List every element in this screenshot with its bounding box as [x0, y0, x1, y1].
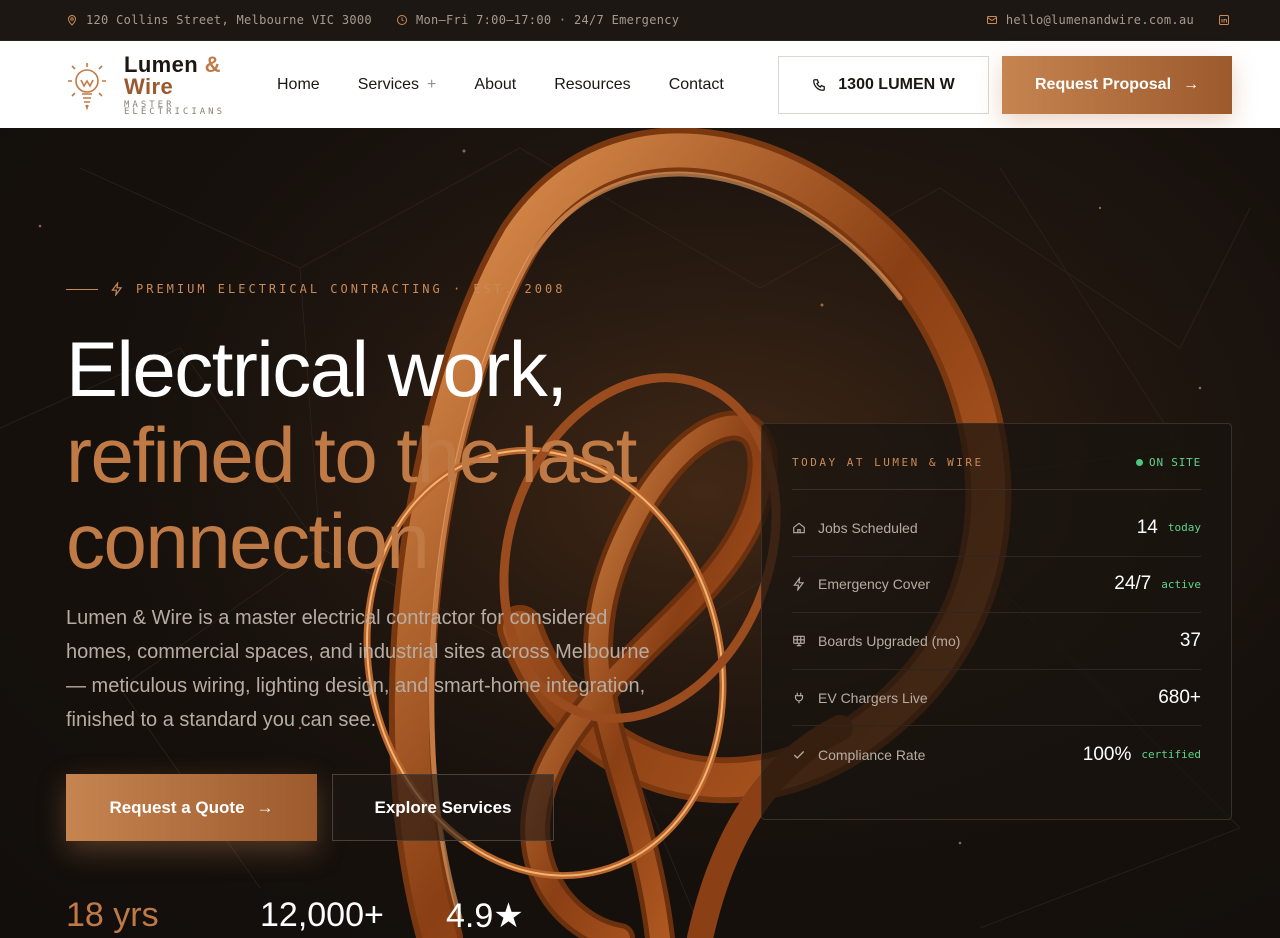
- headline-line-2: refined to the last: [66, 411, 637, 499]
- hero-stats: 18 yrs 12,000+ 4.9★: [66, 896, 524, 936]
- status-card: TODAY AT LUMEN & WIRE ON SITE Jobs Sched…: [761, 423, 1232, 820]
- explore-services-button[interactable]: Explore Services: [332, 774, 554, 841]
- hours-item: Mon–Fri 7:00–17:00 · 24/7 Emergency: [396, 13, 679, 27]
- hero-headline: Electrical work, refined to the last con…: [66, 325, 637, 585]
- explore-services-label: Explore Services: [374, 797, 512, 817]
- bolt-icon: [111, 282, 123, 296]
- request-quote-button[interactable]: Request a Quote →: [66, 774, 317, 841]
- request-proposal-label: Request Proposal: [1034, 75, 1172, 93]
- status-dot-icon: [1136, 459, 1144, 466]
- lightbulb-logo-icon: [68, 62, 106, 111]
- phone-button[interactable]: 1300 LUMEN W: [778, 55, 989, 114]
- eyebrow-text: PREMIUM ELECTRICAL CONTRACTING · EST. 20…: [136, 282, 566, 296]
- brand-name-wire: Wire: [124, 73, 174, 99]
- hours-text: Mon–Fri 7:00–17:00 · 24/7 Emergency: [415, 13, 680, 27]
- stat-value: 37: [1179, 629, 1201, 651]
- hero-section: PREMIUM ELECTRICAL CONTRACTING · EST. 20…: [0, 128, 1280, 938]
- stat-label: Boards Upgraded (mo): [818, 632, 961, 649]
- top-info-bar: 120 Collins Street, Melbourne VIC 3000 M…: [0, 0, 1280, 41]
- plug-icon: [794, 692, 804, 703]
- stat-row-compliance: Compliance Rate 100% certified: [792, 726, 1201, 783]
- site-header: Lumen & Wire MASTER ELECTRICIANS Home Se…: [0, 41, 1280, 128]
- brand-tagline: MASTER ELECTRICIANS: [124, 99, 226, 117]
- home-icon: [793, 522, 805, 534]
- stat-jobs: 12,000+: [260, 896, 384, 934]
- headline-line-1: Electrical work,: [66, 325, 568, 413]
- bolt-icon: [793, 577, 805, 592]
- nav-item-services[interactable]: Services +: [358, 76, 437, 94]
- brand-amp: &: [204, 51, 221, 77]
- eyebrow-divider: [66, 288, 98, 290]
- phone-label: 1300 LUMEN W: [838, 75, 955, 93]
- map-pin-icon: [67, 15, 77, 26]
- headline-line-3: connection: [66, 497, 430, 585]
- stat-row-jobs: Jobs Scheduled 14 today: [792, 500, 1201, 557]
- arrow-right-icon: →: [1183, 75, 1200, 93]
- main-nav: Home Services + About Resources Contact: [277, 76, 724, 94]
- status-card-title: TODAY AT LUMEN & WIRE: [792, 456, 984, 469]
- email-text: hello@lumenandwire.com.au: [1005, 13, 1194, 27]
- stat-label: EV Chargers Live: [818, 689, 928, 706]
- stat-label: Compliance Rate: [818, 746, 926, 763]
- phone-icon: [813, 78, 826, 91]
- linkedin-link[interactable]: [1218, 14, 1230, 26]
- stat-value: 100%: [1082, 743, 1132, 765]
- stat-label: Emergency Cover: [818, 576, 931, 593]
- stat-value: 14: [1136, 516, 1158, 538]
- nav-item-home[interactable]: Home: [277, 76, 320, 94]
- stat-value: 24/7: [1114, 573, 1152, 595]
- stat-row-emergency: Emergency Cover 24/7 active: [792, 557, 1201, 614]
- stat-row-ev: EV Chargers Live 680+: [792, 670, 1201, 727]
- hero-eyebrow: PREMIUM ELECTRICAL CONTRACTING · EST. 20…: [66, 282, 565, 296]
- brand-name: Lumen & Wire: [124, 51, 234, 99]
- plus-icon: +: [427, 75, 437, 93]
- nav-item-contact[interactable]: Contact: [669, 76, 724, 94]
- address-item: 120 Collins Street, Melbourne VIC 3000: [66, 13, 372, 27]
- nav-item-resources[interactable]: Resources: [554, 76, 630, 94]
- stat-years: 18 yrs: [66, 896, 159, 934]
- stat-value: 680+: [1158, 686, 1201, 708]
- nav-item-about[interactable]: About: [474, 76, 516, 94]
- request-proposal-button[interactable]: Request Proposal →: [1002, 55, 1232, 114]
- hero-lead: Lumen & Wire is a master electrical cont…: [66, 607, 650, 731]
- address-text: 120 Collins Street, Melbourne VIC 3000: [86, 13, 372, 27]
- stat-sub: active: [1161, 577, 1201, 591]
- arrow-right-icon: →: [256, 797, 274, 817]
- clock-icon: [396, 15, 407, 25]
- stat-label: Jobs Scheduled: [818, 519, 918, 536]
- brand-logo[interactable]: Lumen & Wire MASTER ELECTRICIANS: [66, 51, 251, 117]
- stat-rating: 4.9★: [446, 897, 524, 935]
- stat-row-boards: Boards Upgraded (mo) 37: [792, 613, 1201, 670]
- linkedin-icon: [1219, 15, 1229, 25]
- stat-sub: certified: [1141, 748, 1201, 762]
- request-quote-label: Request a Quote: [109, 797, 245, 817]
- stat-sub: today: [1167, 521, 1201, 535]
- status-badge: ON SITE: [1136, 456, 1201, 469]
- mail-icon: [986, 16, 997, 24]
- status-text: ON SITE: [1149, 456, 1201, 469]
- panel-icon: [793, 635, 805, 647]
- nav-item-services-label: Services: [357, 75, 420, 93]
- status-card-header: TODAY AT LUMEN & WIRE ON SITE: [792, 424, 1201, 490]
- email-link[interactable]: hello@lumenandwire.com.au: [986, 13, 1194, 27]
- check-icon: [793, 750, 805, 759]
